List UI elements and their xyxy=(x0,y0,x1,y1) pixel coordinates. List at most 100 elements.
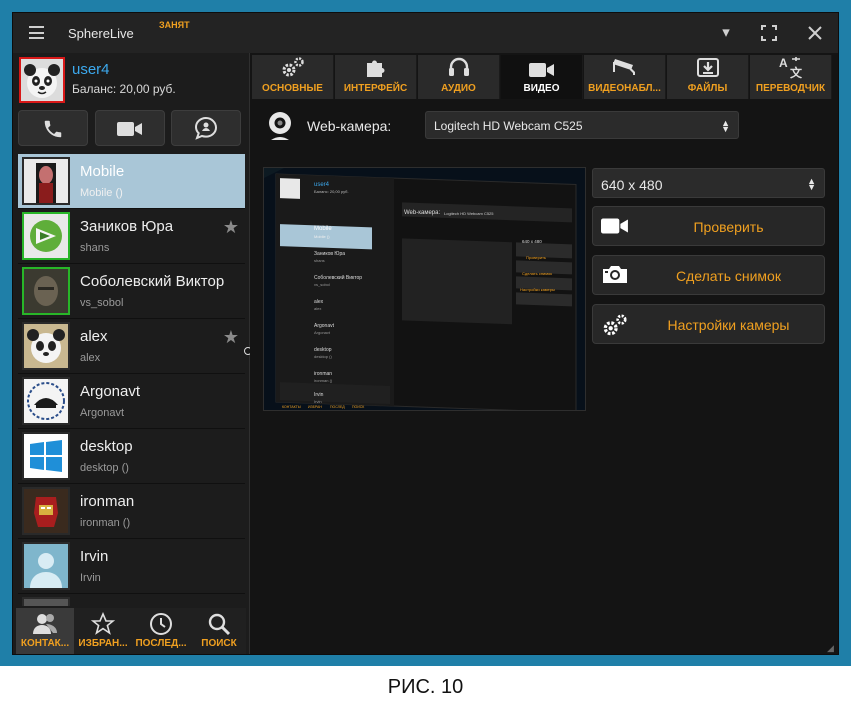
contact-name: Заников Юра xyxy=(80,218,174,235)
avatar xyxy=(22,157,70,205)
preview-nav-label: ИЗБРАН xyxy=(308,405,322,409)
preview-contact-sub: Mobile () xyxy=(314,234,330,239)
left-panel: user4 Баланс: 20,00 руб. Mobile Mobile (… xyxy=(13,53,249,654)
preview-contact-sub: vs_sobol xyxy=(314,282,330,287)
preview-contact: Соболевский Виктор xyxy=(314,274,362,281)
list-item[interactable]: Mobile Mobile () xyxy=(18,154,245,209)
snapshot-button[interactable]: Сделать снимок xyxy=(592,255,825,295)
list-item[interactable]: Argonavt Argonavt xyxy=(18,374,245,429)
avatar xyxy=(22,542,70,590)
tab-audio[interactable]: АУДИО xyxy=(418,55,500,99)
gears-icon xyxy=(252,55,333,83)
preview-contact: Заников Юра xyxy=(314,251,345,257)
list-item[interactable]: ironman ironman () xyxy=(18,484,245,539)
app-window: SphereLive ЗАНЯТ ▾ user4 Баланс: 20,00 р… xyxy=(12,12,839,655)
tab-video[interactable]: ВИДЕО xyxy=(501,55,583,99)
video-camera-icon xyxy=(501,55,582,83)
nav-label: ПОСЛЕД... xyxy=(135,638,187,649)
resolution-select[interactable]: 640 x 480 ▲ ▼ xyxy=(592,168,825,198)
camera-settings-button[interactable]: Настройки камеры xyxy=(592,304,825,344)
tab-label: ВИДЕО xyxy=(523,83,560,94)
preview-contact: Mobile xyxy=(314,226,332,232)
list-item[interactable]: Соболевский Виктор vs_sobol xyxy=(18,264,245,319)
nav-recent[interactable]: ПОСЛЕД... xyxy=(132,608,190,654)
phone-icon xyxy=(44,120,62,138)
webcam-select[interactable]: Logitech HD Webcam C525 ▲ ▼ xyxy=(425,111,739,139)
svg-text:A: A xyxy=(779,56,788,70)
avatar xyxy=(22,377,70,425)
webcam-label: Web-камера: xyxy=(307,118,392,134)
nav-contacts[interactable]: КОНТАК... xyxy=(16,608,74,654)
nav-search[interactable]: ПОИСК xyxy=(190,608,248,654)
preview-balance: Баланс: 20,00 руб. xyxy=(314,189,349,194)
chat-button[interactable] xyxy=(171,110,241,146)
avatar xyxy=(22,487,70,535)
tab-label: АУДИО xyxy=(441,83,476,94)
preview-contact-sub: alex xyxy=(314,306,321,311)
translate-icon: A文 xyxy=(750,55,831,83)
username[interactable]: user4 xyxy=(72,61,110,78)
camera-settings-label: Настройки камеры xyxy=(667,317,790,333)
nav-label: КОНТАК... xyxy=(20,638,70,649)
tab-label: ПЕРЕВОДЧИК xyxy=(755,83,826,94)
preview-contact-sub: Irvin xyxy=(314,399,322,404)
close-icon[interactable] xyxy=(805,23,825,43)
tab-general[interactable]: ОСНОВНЫЕ xyxy=(252,55,334,99)
audio-call-button[interactable] xyxy=(18,110,88,146)
tab-label: ФАЙЛЫ xyxy=(687,83,728,94)
video-call-button[interactable] xyxy=(95,110,165,146)
contact-login: Argonavt xyxy=(80,407,125,419)
preview-nav-label: КОНТАКТЫ xyxy=(282,405,301,409)
clock-icon xyxy=(132,612,190,638)
list-item[interactable]: desktop desktop () xyxy=(18,429,245,484)
headset-icon xyxy=(418,55,499,83)
preview-contact: desktop xyxy=(314,347,332,353)
snapshot-label: Сделать снимок xyxy=(676,268,781,284)
resize-grip-icon[interactable]: ◢ xyxy=(827,643,837,653)
contact-name: Argonavt xyxy=(80,383,141,400)
contact-list[interactable]: Mobile Mobile () Заников Юра shans ★ Соб… xyxy=(18,154,245,606)
list-item[interactable] xyxy=(18,594,245,606)
contact-name: ironman xyxy=(80,493,135,510)
chat-icon xyxy=(194,116,218,140)
webcam-row: Web-камера: Logitech HD Webcam C525 ▲ ▼ xyxy=(265,111,739,141)
tab-files[interactable]: ФАЙЛЫ xyxy=(667,55,749,99)
user-card[interactable]: user4 Баланс: 20,00 руб. xyxy=(19,57,244,107)
tab-interface[interactable]: ИНТЕРФЕЙС xyxy=(335,55,417,99)
contact-login: shans xyxy=(80,242,110,254)
preview-contact: Argonavt xyxy=(314,323,335,329)
star-icon xyxy=(74,611,132,638)
video-camera-icon xyxy=(117,122,142,136)
nav-label: ПОИСК xyxy=(201,638,237,649)
favorite-star-icon[interactable]: ★ xyxy=(223,217,239,238)
preview-contact-sub: desktop () xyxy=(314,354,332,359)
list-item[interactable]: Заников Юра shans ★ xyxy=(18,209,245,264)
tab-surveillance[interactable]: ВИДЕОНАБЛ... xyxy=(584,55,666,99)
contact-name: Irvin xyxy=(80,548,109,565)
settings-panel: ОСНОВНЫЕ ИНТЕРФЕЙС АУДИО ВИДЕО ВИДЕОНАБЛ… xyxy=(250,53,838,654)
contact-name: desktop xyxy=(80,438,133,455)
avatar[interactable] xyxy=(19,57,65,103)
tab-translator[interactable]: A文 ПЕРЕВОДЧИК xyxy=(750,55,832,99)
contact-name: Соболевский Виктор xyxy=(80,273,225,290)
search-icon xyxy=(190,612,248,638)
list-item[interactable]: Irvin Irvin xyxy=(18,539,245,594)
preview-contact: Irvin xyxy=(314,392,324,398)
preview-contact: ironman xyxy=(314,371,332,377)
contact-name: alex xyxy=(80,328,108,345)
status-badge[interactable]: ЗАНЯТ xyxy=(159,20,190,30)
favorite-star-icon[interactable]: ★ xyxy=(223,327,239,348)
contact-login: alex xyxy=(80,352,101,364)
fullscreen-icon[interactable] xyxy=(759,23,779,43)
preview-contact: alex xyxy=(314,299,324,305)
list-item[interactable]: alex alex ★ xyxy=(18,319,245,374)
bottom-nav: КОНТАК... ИЗБРАН... ПОСЛЕД... ПОИСК xyxy=(16,608,248,654)
nav-favorites[interactable]: ИЗБРАН... xyxy=(74,608,132,654)
menu-icon[interactable] xyxy=(29,26,44,39)
contact-login: vs_sobol xyxy=(80,297,124,309)
contact-login: desktop () xyxy=(80,462,129,474)
dropdown-icon[interactable]: ▾ xyxy=(716,23,736,43)
preview-webcam-device: Logitech HD Webcam C525 xyxy=(444,211,494,216)
check-camera-button[interactable]: Проверить xyxy=(592,206,825,246)
check-label: Проверить xyxy=(693,219,764,235)
